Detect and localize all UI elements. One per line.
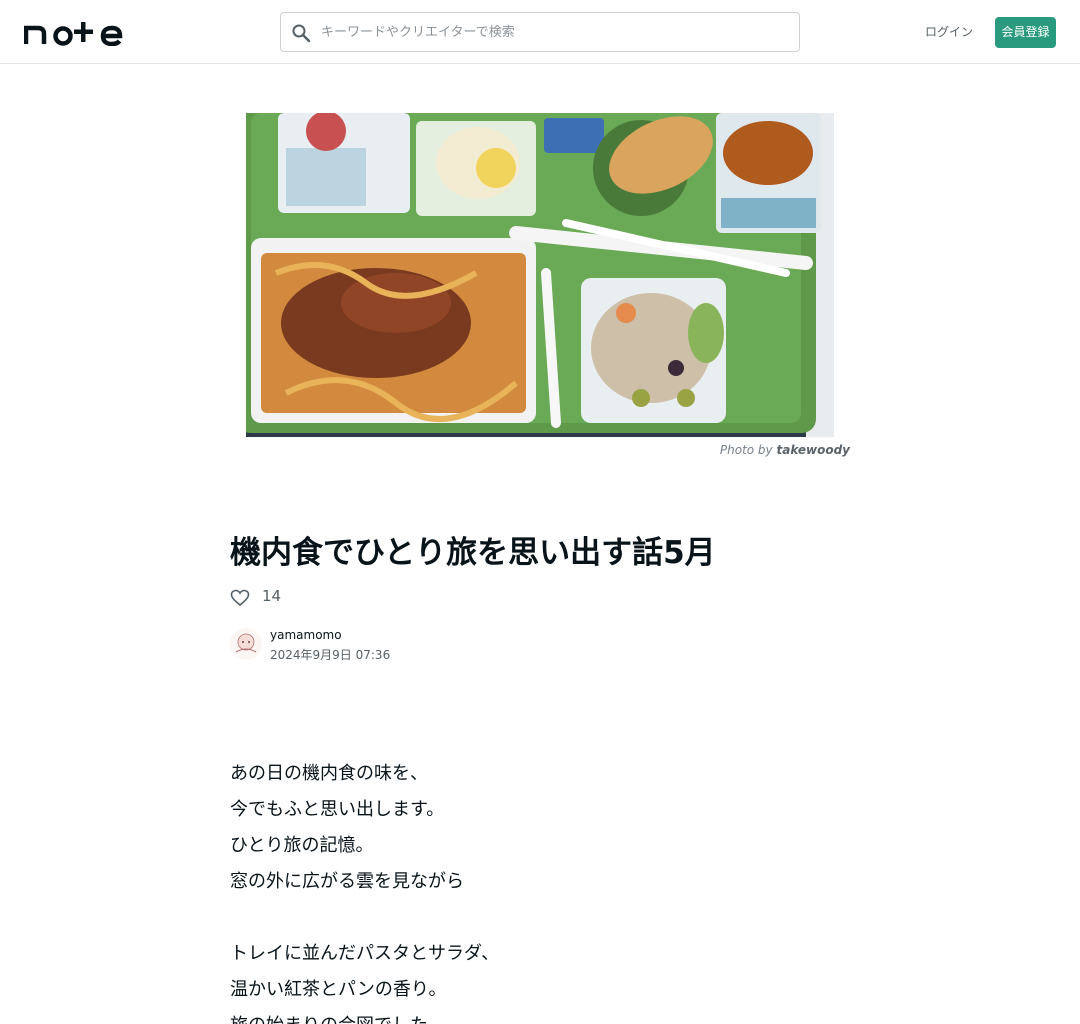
hero-image bbox=[246, 113, 834, 437]
body-line: 温かい紅茶とパンの香り。 bbox=[230, 979, 447, 1000]
heart-icon[interactable] bbox=[230, 588, 250, 608]
photo-credit-prefix: Photo by bbox=[719, 443, 773, 457]
article-title: 機内食でひとり旅を思い出す話5月 bbox=[230, 535, 716, 571]
body-line: 今でもふと思い出します。 bbox=[230, 799, 445, 820]
article-body: あの日の機内食の味を、 今でもふと思い出します。 ひとり旅の記憶。 窓の外に広が… bbox=[230, 756, 850, 1024]
author-info: yamamomo 2024年9月9日 07:36 bbox=[230, 626, 530, 666]
body-line: 窓の外に広がる雲を見ながら bbox=[230, 871, 464, 892]
note-logo[interactable] bbox=[24, 18, 124, 46]
body-line: ひとり旅の記憶。 bbox=[230, 835, 374, 856]
search-box[interactable] bbox=[280, 12, 800, 52]
search-input[interactable] bbox=[321, 13, 791, 51]
like-count: 14 bbox=[262, 587, 282, 605]
photo-credit: Photo by takewoody bbox=[600, 443, 850, 457]
author-name[interactable]: yamamomo bbox=[270, 628, 342, 642]
meal-tray-photo bbox=[246, 113, 834, 437]
avatar-image bbox=[230, 628, 262, 660]
signup-button[interactable]: 会員登録 bbox=[995, 17, 1056, 48]
site-header: ログイン 会員登録 bbox=[0, 0, 1080, 64]
body-line: 旅の始まりの合図でした。 bbox=[230, 1008, 850, 1024]
body-line: トレイに並んだパスタとサラダ、 bbox=[230, 943, 500, 964]
photo-credit-author[interactable]: takewoody bbox=[776, 443, 850, 457]
body-line: あの日の機内食の味を、 bbox=[230, 763, 428, 784]
avatar[interactable] bbox=[230, 628, 262, 660]
login-button[interactable]: ログイン bbox=[922, 16, 976, 48]
post-date: 2024年9月9日 07:36 bbox=[270, 648, 391, 662]
search-icon bbox=[292, 24, 311, 43]
